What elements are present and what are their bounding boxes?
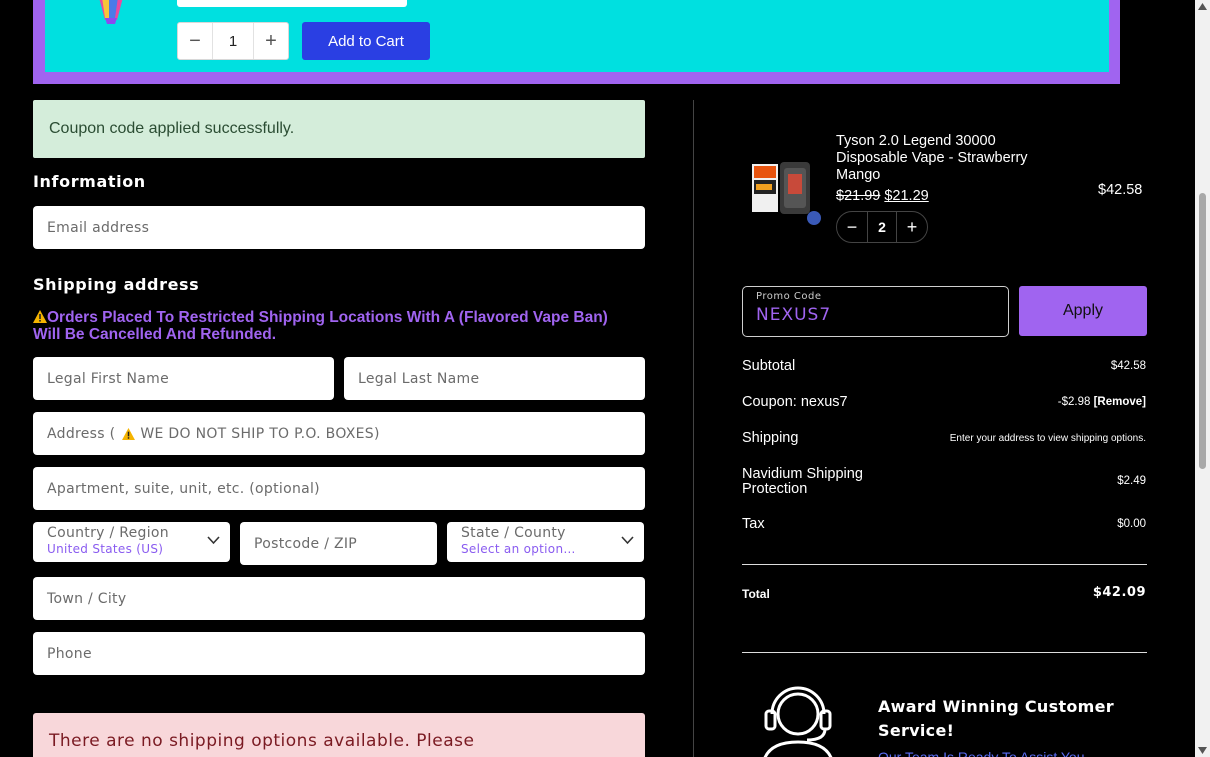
cart-quantity-stepper: − 2 + [836, 211, 928, 243]
scrollbar-thumb[interactable] [1199, 193, 1206, 469]
shipping-protection-label: Navidium Shipping Protection [742, 466, 863, 497]
upsell-quantity-value[interactable]: 1 [212, 23, 254, 59]
shipping-warning-text: Orders Placed To Restricted Shipping Loc… [33, 309, 608, 343]
state-select[interactable]: State / County Select an option… [447, 522, 644, 562]
shipping-value: Enter your address to view shipping opti… [949, 433, 1146, 444]
country-select[interactable]: Country / Region United States (US) [33, 522, 230, 562]
city-field[interactable]: Town / City [33, 577, 645, 620]
shipping-label: Shipping [742, 430, 799, 446]
coupon-success-notice: Coupon code applied successfully. [33, 100, 645, 158]
chevron-down-icon [207, 536, 220, 545]
upsell-decrease-button[interactable]: − [178, 23, 212, 59]
subtotal-label: Subtotal [742, 358, 796, 374]
first-name-field[interactable]: Legal First Name [33, 357, 334, 400]
cart-item-line-total: $42.58 [1098, 182, 1143, 198]
coupon-discount-value: -$2.98 [1057, 396, 1091, 408]
tax-value: $0.00 [1117, 518, 1146, 530]
cart-item-name[interactable]: Tyson 2.0 Legend 30000 Disposable Vape -… [836, 133, 1061, 184]
support-link[interactable]: Our Team Is Ready To Assist You [878, 749, 1153, 757]
total-label: Total [742, 587, 770, 601]
cart-decrease-button[interactable]: − [837, 217, 867, 238]
total-value: $42.09 [1092, 585, 1146, 600]
promo-code-input[interactable]: Promo Code NEXUS7 [742, 286, 1009, 337]
cart-quantity-value[interactable]: 2 [867, 212, 897, 242]
apartment-field[interactable]: Apartment, suite, unit, etc. (optional) [33, 467, 645, 510]
scroll-down-arrow-icon[interactable] [1198, 747, 1207, 754]
upsell-banner-inner: − 1 + Add to Cart [45, 0, 1109, 72]
upsell-quantity-stepper: − 1 + [177, 22, 289, 60]
warning-icon [33, 310, 47, 323]
last-name-field[interactable]: Legal Last Name [344, 357, 645, 400]
tax-label: Tax [742, 516, 765, 532]
cart-item-image [752, 162, 821, 225]
postcode-field[interactable]: Postcode / ZIP [240, 522, 437, 565]
headset-support-icon [763, 686, 833, 757]
state-value: Select an option… [461, 542, 576, 556]
apply-promo-button[interactable]: Apply [1019, 286, 1147, 336]
cart-item-prices: $21.99 $21.29 [836, 188, 929, 204]
scroll-up-arrow-icon[interactable] [1198, 3, 1207, 10]
summary-divider-bottom [742, 652, 1147, 653]
shipping-restriction-warning: Orders Placed To Restricted Shipping Loc… [33, 309, 633, 343]
summary-divider [742, 564, 1147, 565]
upsell-increase-button[interactable]: + [254, 23, 288, 59]
page-scrollbar[interactable] [1195, 0, 1210, 757]
promo-code-label: Promo Code [756, 291, 822, 302]
no-shipping-notice: There are no shipping options available.… [33, 713, 645, 757]
upsell-banner: − 1 + Add to Cart [33, 0, 1120, 84]
upsell-product-image [99, 0, 123, 24]
country-label: Country / Region [47, 525, 169, 541]
address-field[interactable]: Address ( WE DO NOT SHIP TO P.O. BOXES) [33, 412, 645, 455]
support-title: Award Winning Customer Service! [878, 697, 1114, 740]
cart-increase-button[interactable]: + [897, 217, 927, 238]
coupon-value-wrap: -$2.98 [Remove] [1058, 396, 1146, 408]
address-placeholder-suffix: WE DO NOT SHIP TO P.O. BOXES) [140, 425, 380, 442]
warning-icon [122, 427, 136, 440]
coupon-label: Coupon: nexus7 [742, 394, 848, 410]
email-field[interactable]: Email address [33, 206, 645, 249]
chevron-down-icon [621, 536, 634, 545]
state-label: State / County [461, 525, 566, 541]
add-to-cart-button[interactable]: Add to Cart [302, 22, 430, 60]
address-placeholder-prefix: Address ( [47, 425, 116, 442]
promo-code-value: NEXUS7 [756, 305, 832, 325]
subtotal-value: $42.58 [1110, 360, 1146, 372]
remove-coupon-link[interactable]: [Remove] [1094, 396, 1146, 408]
column-divider [693, 100, 694, 757]
cart-item-old-price: $21.99 [836, 188, 881, 204]
information-title: Information [33, 172, 146, 191]
cart-item-new-price: $21.29 [884, 188, 929, 204]
country-value: United States (US) [47, 542, 164, 556]
shipping-address-title: Shipping address [33, 275, 200, 294]
shipping-protection-value: $2.49 [1117, 475, 1146, 487]
checkout-page: − 1 + Add to Cart Coupon code applied su… [0, 0, 1210, 757]
phone-field[interactable]: Phone [33, 632, 645, 675]
variant-select[interactable] [177, 0, 407, 7]
